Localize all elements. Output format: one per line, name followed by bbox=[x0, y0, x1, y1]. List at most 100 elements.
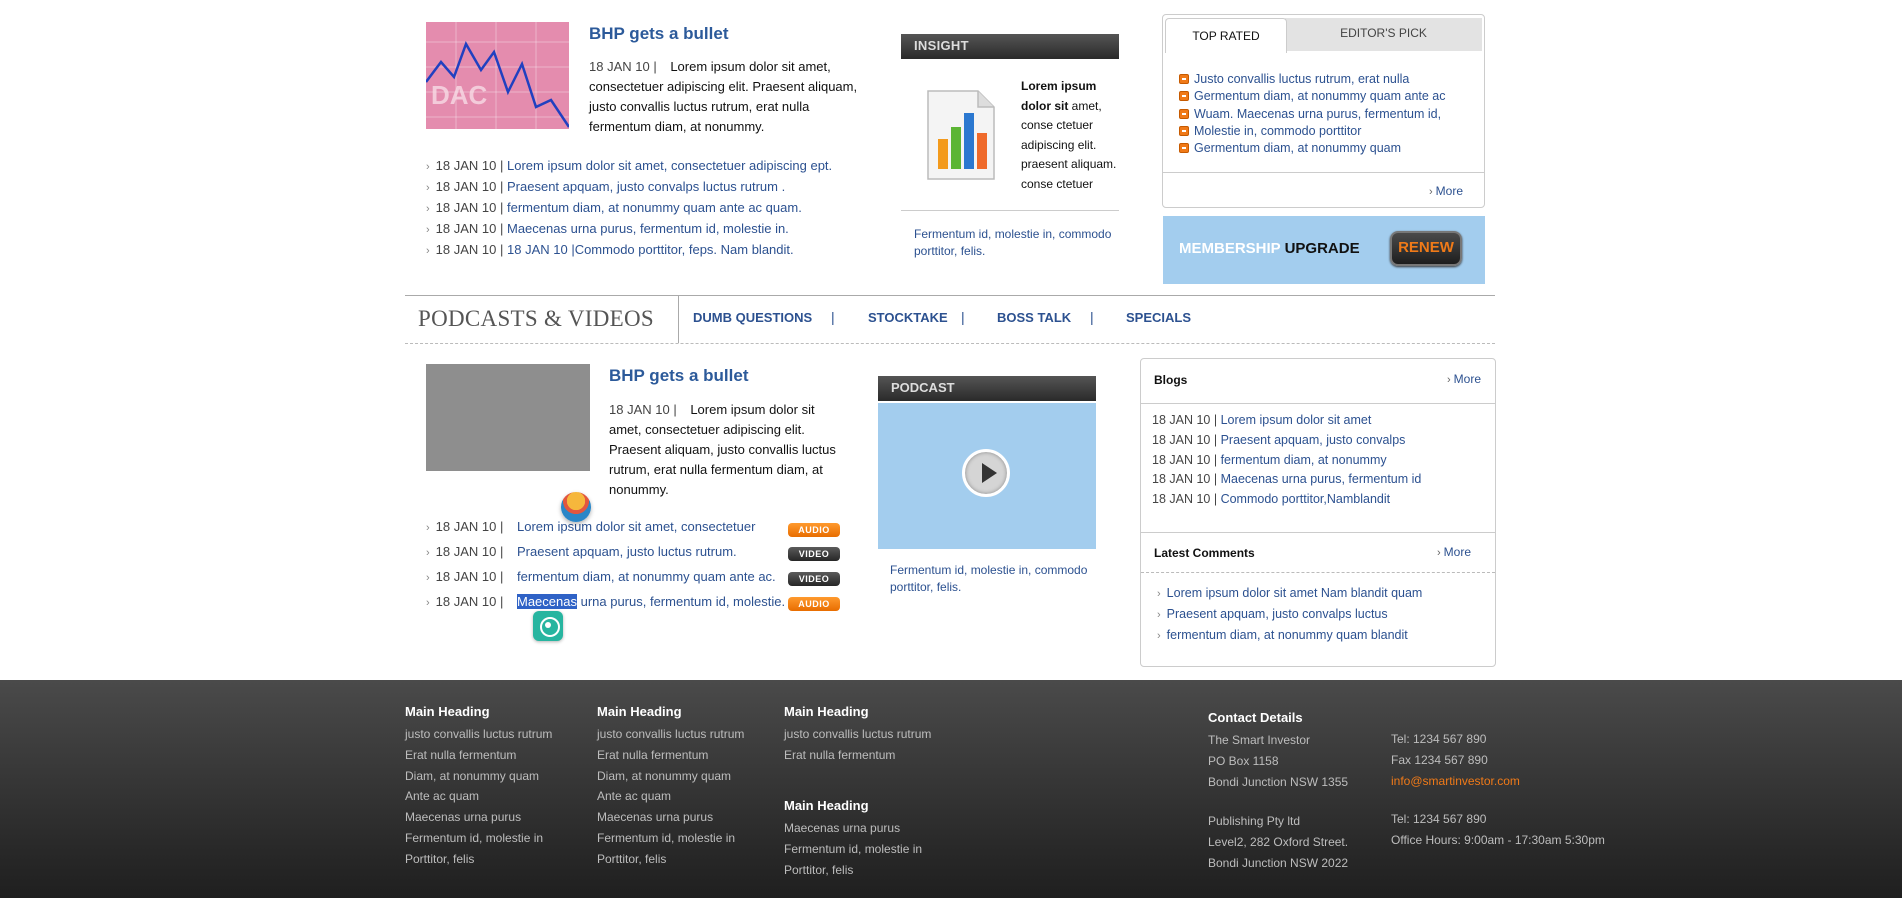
insight-header: INSIGHT bbox=[901, 34, 1119, 59]
footer-link[interactable]: Maecenas urna purus bbox=[597, 807, 744, 828]
footer-link[interactable]: Fermentum id, molestie in bbox=[784, 839, 922, 860]
item-link[interactable]: Molestie in, commodo porttitor bbox=[1194, 124, 1361, 138]
footer-link[interactable]: Porttitor, felis bbox=[784, 860, 922, 881]
contact-line: The Smart Investor bbox=[1208, 733, 1311, 747]
tab-editors-pick[interactable]: EDITOR'S PICK bbox=[1285, 18, 1482, 51]
bullet-icon bbox=[1179, 125, 1189, 136]
item-link[interactable]: Lorem ipsum dolor sit amet, consectetuer… bbox=[507, 158, 832, 173]
divider bbox=[405, 343, 1495, 344]
item-link[interactable]: Lorem ipsum dolor sit amet, consectetuer bbox=[517, 519, 755, 534]
comments-more-link[interactable]: › More bbox=[1437, 545, 1471, 559]
footer-col2-list: justo convallis luctus rutrum Erat nulla… bbox=[597, 724, 744, 870]
item-date: 18 JAN 10 | bbox=[435, 519, 504, 534]
footer-link[interactable]: Erat nulla fermentum bbox=[405, 745, 552, 766]
item-link[interactable]: Wuam. Maecenas urna purus, fermentum id, bbox=[1194, 107, 1441, 121]
chevron-right-icon: › bbox=[426, 547, 430, 559]
stock-chart-image: DAC bbox=[426, 22, 569, 129]
footer-link[interactable]: Erat nulla fermentum bbox=[597, 745, 744, 766]
list-item: › 18 JAN 10 | Lorem ipsum dolor sit amet,… bbox=[426, 519, 846, 544]
footer-link[interactable]: Porttitor, felis bbox=[405, 849, 552, 870]
item-date: 18 JAN 10 | bbox=[1152, 432, 1218, 447]
footer-link[interactable]: Maecenas urna purus bbox=[405, 807, 552, 828]
divider bbox=[405, 295, 1495, 296]
podcast-news-title[interactable]: BHP gets a bullet bbox=[609, 366, 749, 386]
divider bbox=[1141, 403, 1495, 404]
nav-stocktake[interactable]: STOCKTAKE bbox=[868, 310, 948, 325]
footer-col3a-list: justo convallis luctus rutrum Erat nulla… bbox=[784, 724, 931, 766]
media-list: › 18 JAN 10 | Lorem ipsum dolor sit amet,… bbox=[426, 519, 846, 619]
list-item: › 18 JAN 10 | Maecenas urna purus, fermen… bbox=[426, 219, 832, 240]
item-date: 18 JAN 10 | bbox=[1152, 472, 1218, 487]
more-label: More bbox=[1435, 184, 1464, 198]
item-date: 18 JAN 10 | bbox=[1152, 492, 1218, 507]
footer-link[interactable]: Fermentum id, molestie in bbox=[405, 828, 552, 849]
news-title[interactable]: BHP gets a bullet bbox=[589, 24, 729, 44]
comments-title: Latest Comments bbox=[1154, 546, 1255, 560]
item-link[interactable]: Maecenas urna purus, fermentum id bbox=[1221, 472, 1422, 486]
item-link[interactable]: Commodo porttitor,Namblandit bbox=[1221, 492, 1391, 506]
item-link[interactable]: fermentum diam, at nonummy quam blandit bbox=[1167, 628, 1408, 642]
contact-email-link[interactable]: info@smartinvestor.com bbox=[1391, 774, 1520, 788]
item-link[interactable]: fermentum diam, at nonummy quam ante ac. bbox=[517, 569, 776, 584]
item-link[interactable]: Lorem ipsum dolor sit amet Nam blandit q… bbox=[1167, 586, 1423, 600]
top-rated-list: Justo convallis luctus rutrum, erat null… bbox=[1179, 71, 1446, 157]
footer-link[interactable]: Diam, at nonummy quam bbox=[597, 766, 744, 787]
play-icon[interactable] bbox=[962, 449, 1010, 497]
item-link[interactable]: Maecenas urna purus, fermentum id, moles… bbox=[507, 221, 789, 236]
item-link[interactable]: Maecenas urna purus, fermentum id, moles… bbox=[517, 594, 785, 609]
video-badge[interactable]: VIDEO bbox=[788, 547, 840, 561]
blogs-title: Blogs bbox=[1154, 373, 1188, 387]
audio-badge[interactable]: AUDIO bbox=[788, 597, 840, 611]
item-link[interactable]: fermentum diam, at nonummy bbox=[1221, 453, 1387, 467]
list-item[interactable]: Germentum diam, at nonummy quam ante ac bbox=[1179, 88, 1446, 105]
insight-footer-link[interactable]: Fermentum id, molestie in, commodo portt… bbox=[914, 226, 1119, 260]
news-date: 18 JAN 10 | bbox=[589, 59, 657, 74]
footer-link[interactable]: Ante ac quam bbox=[597, 786, 744, 807]
item-link[interactable]: Germentum diam, at nonummy quam ante ac bbox=[1194, 89, 1446, 103]
footer-link[interactable]: Ante ac quam bbox=[405, 786, 552, 807]
item-link[interactable]: Lorem ipsum dolor sit amet bbox=[1221, 413, 1372, 427]
report-document-icon[interactable] bbox=[922, 87, 1000, 183]
chevron-right-icon: › bbox=[1447, 374, 1451, 386]
footer-link[interactable]: Diam, at nonummy quam bbox=[405, 766, 552, 787]
item-link[interactable]: Justo convallis luctus rutrum, erat null… bbox=[1194, 72, 1409, 86]
list-item[interactable]: Wuam. Maecenas urna purus, fermentum id, bbox=[1179, 106, 1446, 123]
selected-text: Maecenas bbox=[517, 594, 577, 609]
podcast-footer-link[interactable]: Fermentum id, molestie in, commodo portt… bbox=[890, 562, 1100, 596]
list-item[interactable]: Molestie in, commodo porttitor bbox=[1179, 123, 1446, 140]
footer-link[interactable]: Fermentum id, molestie in bbox=[597, 828, 744, 849]
video-thumbnail[interactable] bbox=[426, 364, 590, 471]
floating-widget-icon[interactable] bbox=[561, 492, 591, 522]
footer-link[interactable]: Porttitor, felis bbox=[597, 849, 744, 870]
footer-link[interactable]: Maecenas urna purus bbox=[784, 818, 922, 839]
video-badge[interactable]: VIDEO bbox=[788, 572, 840, 586]
item-link[interactable]: Praesent apquam, justo convalps luctus r… bbox=[507, 179, 785, 194]
list-item[interactable]: Justo convallis luctus rutrum, erat null… bbox=[1179, 71, 1446, 88]
footer-link[interactable]: justo convallis luctus rutrum bbox=[597, 724, 744, 745]
footer bbox=[0, 680, 1902, 898]
news-thumbnail[interactable]: DAC bbox=[426, 22, 569, 129]
footer-link[interactable]: Erat nulla fermentum bbox=[784, 745, 931, 766]
rated-more-link[interactable]: › More bbox=[1429, 184, 1463, 198]
item-link[interactable]: fermentum diam, at nonummy quam ante ac … bbox=[507, 200, 802, 215]
item-link[interactable]: Germentum diam, at nonummy quam bbox=[1194, 141, 1401, 155]
item-link[interactable]: 18 JAN 10 |Commodo porttitor, feps. Nam … bbox=[507, 242, 794, 257]
item-link[interactable]: Praesent apquam, justo convalps luctus bbox=[1167, 607, 1388, 621]
renew-button[interactable]: RENEW bbox=[1390, 231, 1462, 266]
nav-dumb-questions[interactable]: DUMB QUESTIONS bbox=[693, 310, 812, 325]
list-item[interactable]: Germentum diam, at nonummy quam bbox=[1179, 140, 1446, 157]
footer-link[interactable]: justo convallis luctus rutrum bbox=[405, 724, 552, 745]
membership-label-light: MEMBERSHIP bbox=[1179, 240, 1281, 257]
assistant-icon[interactable] bbox=[533, 611, 563, 641]
item-link[interactable]: Praesent apquam, justo convalps bbox=[1221, 433, 1406, 447]
chevron-right-icon: › bbox=[426, 224, 430, 236]
item-link[interactable]: Praesent apquam, justo luctus rutrum. bbox=[517, 544, 737, 559]
tab-top-rated[interactable]: TOP RATED bbox=[1165, 18, 1287, 53]
nav-specials[interactable]: SPECIALS bbox=[1126, 310, 1191, 325]
footer-heading: Main Heading bbox=[784, 704, 869, 719]
blogs-more-link[interactable]: › More bbox=[1447, 372, 1481, 386]
nav-boss-talk[interactable]: BOSS TALK bbox=[997, 310, 1071, 325]
audio-badge[interactable]: AUDIO bbox=[788, 523, 840, 537]
contact-line: Bondi Junction NSW 1355 bbox=[1208, 774, 1349, 789]
footer-link[interactable]: justo convallis luctus rutrum bbox=[784, 724, 931, 745]
